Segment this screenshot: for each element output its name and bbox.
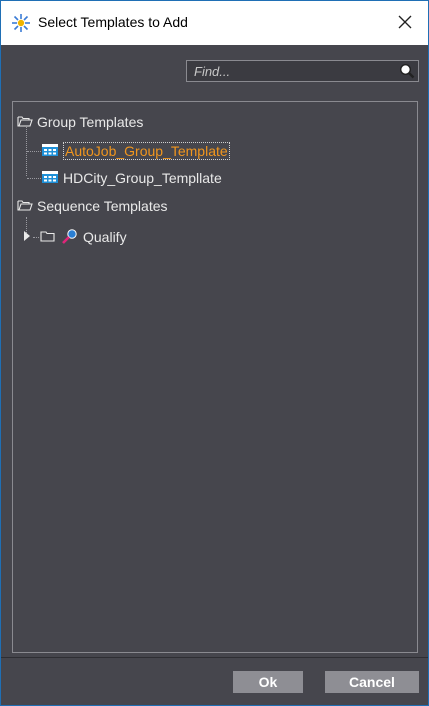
- tree-item-label: AutoJob_Group_Template: [63, 142, 230, 160]
- cancel-button[interactable]: Cancel: [325, 671, 419, 693]
- search-input[interactable]: [187, 61, 394, 81]
- folder-icon: [40, 229, 56, 246]
- app-icon: [11, 13, 31, 33]
- footer-divider: [1, 657, 428, 658]
- folder-open-icon: [17, 198, 33, 215]
- tree-item-label: Qualify: [83, 229, 127, 245]
- window-title: Select Templates to Add: [38, 14, 188, 30]
- tree-group-sequence-templates[interactable]: Sequence Templates: [17, 196, 168, 216]
- template-icon: [41, 143, 59, 160]
- tree-group-group-templates[interactable]: Group Templates: [17, 112, 143, 132]
- close-icon[interactable]: [390, 7, 420, 37]
- dialog-body: Group Templates AutoJob_Group_Tem: [1, 45, 428, 705]
- title-bar[interactable]: Select Templates to Add: [1, 1, 428, 45]
- tree-item-label: HDCity_Group_Templlate: [63, 170, 222, 186]
- tree-group-label: Sequence Templates: [37, 198, 168, 214]
- template-tree[interactable]: Group Templates AutoJob_Group_Template H…: [12, 101, 418, 653]
- tree-item-qualify[interactable]: Qualify: [22, 227, 127, 247]
- tree-connector: [27, 178, 41, 179]
- search-box: [186, 60, 419, 82]
- tree-item-autojob-group-template[interactable]: AutoJob_Group_Template: [41, 141, 230, 161]
- qualify-icon: [61, 228, 79, 247]
- search-icon[interactable]: [399, 63, 415, 79]
- dialog-window: Select Templates to Add Find... Group Te…: [0, 0, 429, 706]
- tree-item-hdcity-group-template[interactable]: HDCity_Group_Templlate: [41, 168, 222, 188]
- template-icon: [41, 170, 59, 187]
- folder-open-icon: [17, 114, 33, 131]
- tree-connector: [33, 236, 39, 238]
- ok-button[interactable]: Ok: [233, 671, 303, 693]
- expand-arrow-icon[interactable]: [22, 229, 32, 245]
- tree-connector: [27, 151, 41, 152]
- tree-group-label: Group Templates: [37, 114, 144, 130]
